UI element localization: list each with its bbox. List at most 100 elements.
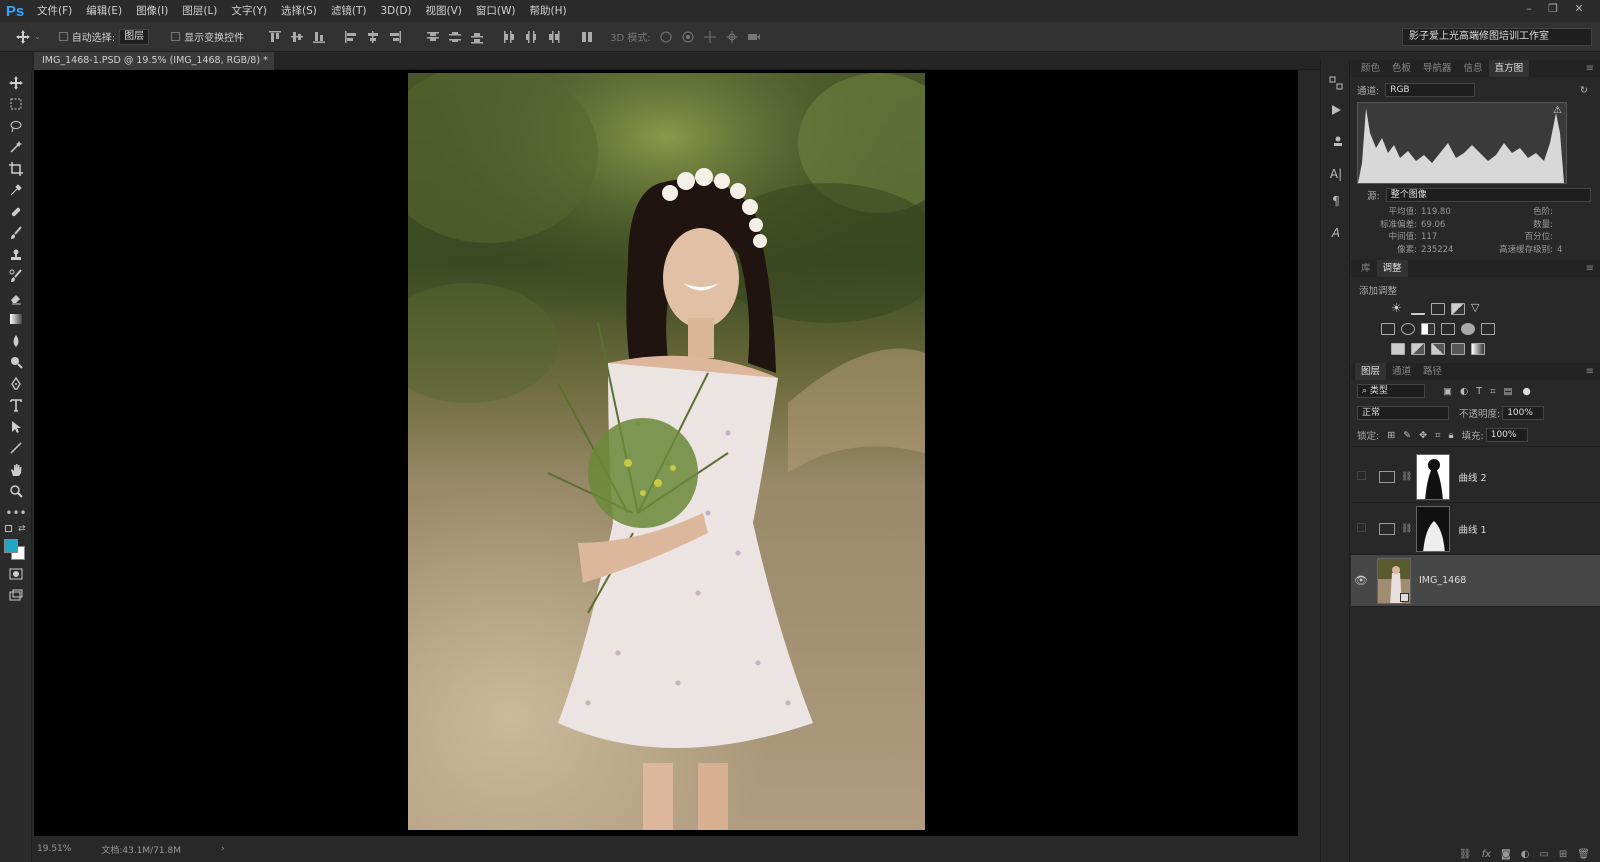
delete-layer-icon[interactable]: 🗑︎ [1577,849,1590,860]
filter-smart-object-icon[interactable]: ▤ [1503,386,1512,397]
channel-mixer-icon[interactable] [1461,323,1475,335]
tab-layers[interactable]: 图层 [1355,363,1387,380]
distribute-vcenter-icon[interactable] [448,30,462,44]
color-lookup-icon[interactable] [1481,323,1495,335]
hue-saturation-icon[interactable] [1381,323,1395,335]
3d-scale-icon[interactable] [747,30,761,44]
visibility-toggle[interactable] [1351,522,1371,535]
selective-color-icon[interactable] [1451,343,1465,355]
hand-tool-icon[interactable] [0,459,32,481]
tab-navigator[interactable]: 导航器 [1417,60,1458,77]
align-top-icon[interactable] [268,30,282,44]
align-left-icon[interactable] [344,30,358,44]
gradient-tool-icon[interactable] [0,309,32,331]
eye-icon[interactable]: 👁︎ [1351,574,1371,587]
blend-mode-dropdown[interactable]: 正常 [1357,406,1449,420]
layer-name[interactable]: 曲线 2 [1458,470,1486,484]
3d-pan-icon[interactable] [703,30,717,44]
warning-icon[interactable]: ⚠ [1553,105,1562,116]
lock-transparent-icon[interactable]: ⊞ [1387,430,1395,441]
opacity-input[interactable]: 100% [1502,406,1545,420]
tab-color[interactable]: 颜色 [1355,60,1386,77]
tab-histogram[interactable]: 直方图 [1488,60,1530,77]
menu-file[interactable]: 文件(F) [30,0,79,22]
tab-info[interactable]: 信息 [1458,60,1489,77]
menu-help[interactable]: 帮助(H) [523,0,574,22]
actions-play-icon[interactable] [1321,99,1351,121]
type-tool-icon[interactable] [0,395,32,417]
lock-image-icon[interactable]: ✎ [1403,430,1411,441]
new-layer-icon[interactable]: ⊞ [1559,849,1567,860]
brightness-contrast-icon[interactable]: ☀ [1391,302,1405,315]
show-transform-checkbox[interactable] [171,32,181,41]
menu-3d[interactable]: 3D(D) [373,0,418,22]
fill-input[interactable]: 100% [1485,428,1528,442]
color-balance-icon[interactable] [1401,323,1415,335]
filter-toggle-icon[interactable]: ● [1522,386,1530,397]
document-photo[interactable] [408,73,925,830]
layer-name[interactable]: 曲线 1 [1458,522,1486,536]
history-panel-icon[interactable] [1321,72,1351,94]
character-panel-icon[interactable]: A| [1321,163,1351,185]
lock-all-icon[interactable]: 🔒︎ [1448,430,1453,441]
auto-align-icon[interactable] [580,30,594,44]
auto-select-dropdown[interactable]: 图层 [119,28,150,45]
swap-colors-icon[interactable]: ⇄ [18,524,26,534]
panel-menu-icon[interactable]: ≡ [1586,366,1594,377]
align-right-icon[interactable] [388,30,402,44]
restore-icon[interactable]: ❐ [1542,0,1564,18]
menu-layer[interactable]: 图层(L) [175,0,224,22]
visibility-toggle[interactable] [1351,470,1371,483]
tab-paths[interactable]: 路径 [1417,363,1448,380]
filter-pixel-icon[interactable]: ▣ [1443,386,1452,397]
distribute-top-icon[interactable] [426,30,440,44]
panel-menu-icon[interactable]: ≡ [1586,263,1594,274]
default-colors-icon[interactable] [5,524,12,532]
eyedropper-icon[interactable] [0,180,32,202]
source-dropdown[interactable]: 整个图像 [1385,188,1591,202]
menu-window[interactable]: 窗口(W) [469,0,523,22]
tab-channels[interactable]: 通道 [1386,363,1417,380]
dodge-tool-icon[interactable] [0,352,32,374]
lasso-tool-icon[interactable] [0,115,32,137]
black-white-icon[interactable] [1421,323,1435,335]
3d-rotate-icon[interactable] [659,30,673,44]
menu-filter[interactable]: 滤镜(T) [324,0,374,22]
tab-adjustments[interactable]: 调整 [1376,260,1408,277]
clone-stamp-icon[interactable] [0,244,32,266]
line-tool-icon[interactable] [0,438,32,460]
layer-thumbnail[interactable] [1377,557,1411,604]
levels-icon[interactable] [1411,303,1425,315]
move-tool-icon[interactable] [16,29,30,44]
filter-shape-icon[interactable]: ⌗ [1490,386,1495,397]
3d-slide-icon[interactable] [725,30,739,44]
crop-tool-icon[interactable] [0,158,32,180]
layer-row-img-1468[interactable]: 👁︎ IMG_1468 [1351,555,1600,607]
distribute-right-icon[interactable] [546,30,560,44]
lock-position-icon[interactable]: ✥ [1419,430,1427,441]
channel-dropdown[interactable]: RGB [1385,83,1476,97]
gradient-map-icon[interactable] [1471,343,1485,355]
distribute-left-icon[interactable] [502,30,516,44]
workspace-dropdown[interactable]: 影子爱上光高端修图培训工作室 [1402,28,1592,46]
align-hcenter-icon[interactable] [366,30,380,44]
clone-source-icon[interactable] [1321,131,1351,153]
pen-tool-icon[interactable] [0,373,32,395]
add-mask-icon[interactable]: ◙ [1501,849,1511,860]
eraser-icon[interactable] [0,287,32,309]
history-brush-icon[interactable] [0,266,32,288]
layer-row-curves-1[interactable]: ⛓ 曲线 1 [1351,503,1600,555]
screen-mode-icon[interactable] [0,585,32,607]
foreground-color-swatch[interactable] [4,538,18,553]
path-selection-icon[interactable] [0,416,32,438]
distribute-bottom-icon[interactable] [470,30,484,44]
layer-name[interactable]: IMG_1468 [1419,575,1466,586]
posterize-icon[interactable] [1411,343,1425,355]
curves-icon[interactable] [1431,303,1445,315]
brush-tool-icon[interactable] [0,223,32,245]
marquee-tool-icon[interactable] [0,94,32,116]
tab-library[interactable]: 库 [1355,260,1377,277]
layer-row-curves-2[interactable]: ⛓ 曲线 2 [1351,451,1600,503]
zoom-level[interactable]: 19.51% [37,844,71,854]
photo-filter-icon[interactable] [1441,323,1455,335]
